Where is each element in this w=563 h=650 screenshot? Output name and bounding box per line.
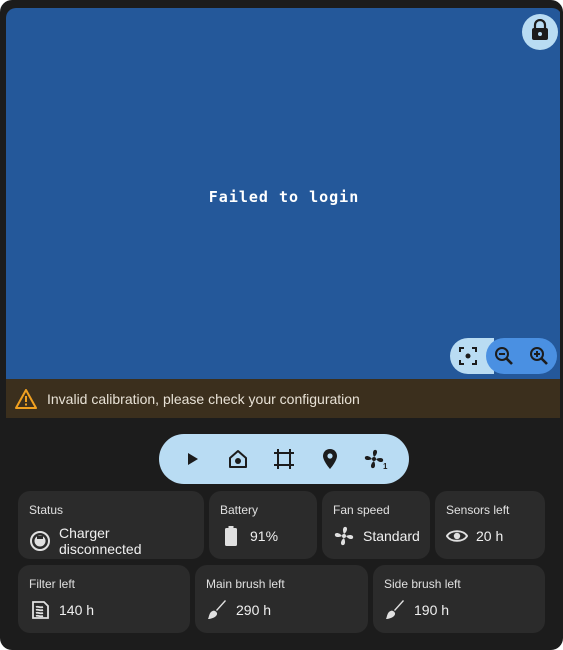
zoom-pill <box>486 338 557 374</box>
battery-icon <box>220 525 242 547</box>
map-area[interactable]: Failed to login <box>6 8 560 379</box>
tile-label: Side brush left <box>384 577 461 591</box>
fan-speed-button[interactable]: 1 <box>358 441 394 477</box>
warning-text: Invalid calibration, please check your c… <box>47 390 360 407</box>
location-pin-icon <box>323 449 337 469</box>
robot-vacuum-icon <box>29 530 51 552</box>
zoom-out-button[interactable] <box>488 338 520 374</box>
filter-tile[interactable]: Filter left 140 h <box>18 565 190 633</box>
return-home-button[interactable] <box>220 441 256 477</box>
tile-value: Charger disconnected <box>59 525 142 557</box>
fan-icon: 1 <box>364 449 388 470</box>
brush-icon <box>384 599 406 621</box>
lock-icon <box>530 18 550 46</box>
tile-label: Fan speed <box>333 503 390 517</box>
home-icon <box>229 450 247 468</box>
tile-value: 290 h <box>236 602 272 618</box>
brush-icon <box>206 599 228 621</box>
tile-value: 190 h <box>414 602 450 618</box>
tile-label: Filter left <box>29 577 76 591</box>
main-brush-tile[interactable]: Main brush left 290 h <box>195 565 368 633</box>
zoom-controls <box>450 338 557 374</box>
tile-value: 91% <box>250 528 279 544</box>
locate-button[interactable] <box>312 441 348 477</box>
map-error-message: Failed to login <box>208 188 360 206</box>
filter-icon <box>29 599 51 621</box>
tile-label: Battery <box>220 503 259 517</box>
status-tile[interactable]: Status Charger disconnected <box>18 491 204 559</box>
eye-icon <box>446 525 468 547</box>
zone-select-icon <box>274 449 294 469</box>
side-brush-tile[interactable]: Side brush left 190 h <box>373 565 545 633</box>
battery-tile[interactable]: Battery 91% <box>209 491 317 559</box>
svg-text:1: 1 <box>383 462 388 470</box>
warning-icon <box>15 388 37 410</box>
tile-value: 20 h <box>476 528 504 544</box>
tile-label: Sensors left <box>446 503 510 517</box>
tile-value: 140 h <box>59 602 95 618</box>
zoom-in-icon <box>530 347 549 365</box>
tile-label: Status <box>29 503 64 517</box>
zoom-in-button[interactable] <box>523 338 555 374</box>
control-bar: 1 <box>159 434 409 484</box>
fan-speed-tile[interactable]: Fan speed Standard <box>322 491 430 559</box>
tile-label: Main brush left <box>206 577 285 591</box>
vacuum-card: Failed to login Invalid calibration, ple… <box>0 0 563 650</box>
lock-button[interactable] <box>522 14 558 50</box>
play-icon <box>188 453 198 465</box>
focus-icon <box>458 346 478 366</box>
zoom-out-icon <box>494 347 513 365</box>
tile-value: Standard <box>363 528 420 544</box>
fan-icon <box>333 525 355 547</box>
start-button[interactable] <box>174 441 210 477</box>
zone-clean-button[interactable] <box>266 441 302 477</box>
sensors-tile[interactable]: Sensors left 20 h <box>435 491 545 559</box>
calibration-warning: Invalid calibration, please check your c… <box>6 379 560 418</box>
